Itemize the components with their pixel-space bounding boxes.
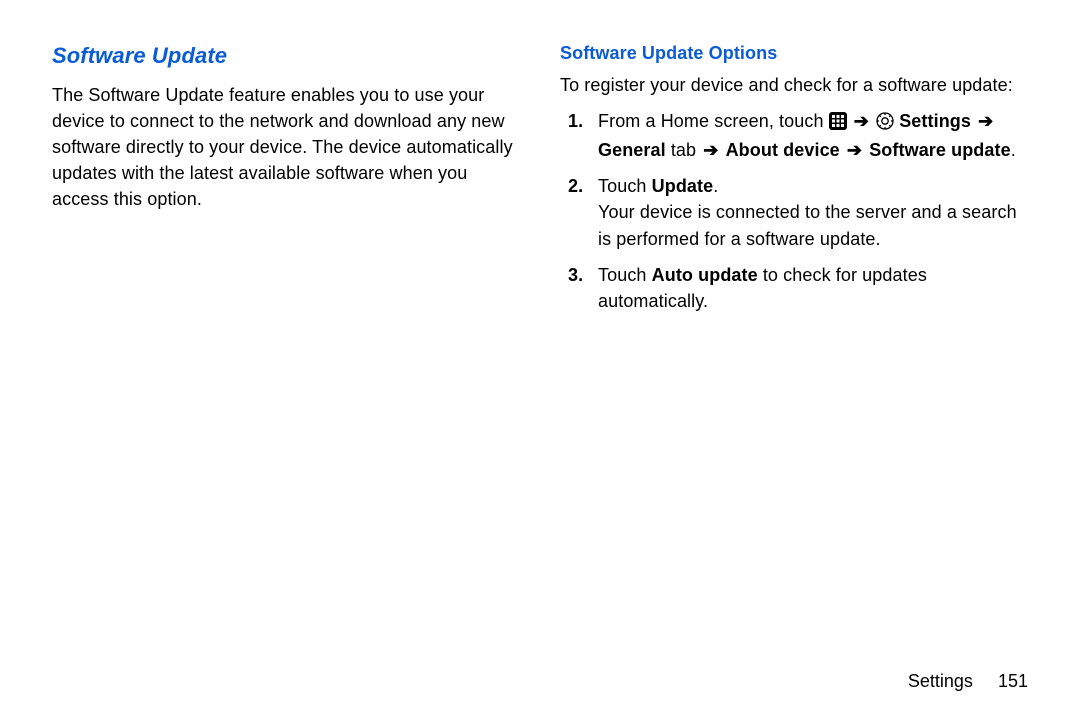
arrow-icon: ➔	[701, 140, 720, 160]
general-label: General	[598, 140, 666, 160]
step-3-touch: Touch	[598, 265, 652, 285]
step-1-pre: From a Home screen, touch	[598, 111, 829, 131]
software-update-description: The Software Update feature enables you …	[52, 82, 520, 212]
manual-page: Software Update The Software Update feat…	[0, 0, 1080, 720]
right-column: Software Update Options To register your…	[560, 40, 1028, 324]
footer-section: Settings	[908, 671, 973, 691]
footer-page-number: 151	[998, 671, 1028, 691]
gear-icon	[876, 111, 894, 137]
software-update-label: Software update	[869, 140, 1011, 160]
period: .	[1011, 140, 1016, 160]
step-2-touch: Touch	[598, 176, 652, 196]
step-3: 3. Touch Auto update to check for update…	[560, 262, 1028, 314]
options-intro: To register your device and check for a …	[560, 72, 1028, 98]
step-number: 1.	[560, 108, 598, 163]
step-text: From a Home screen, touch	[598, 108, 1028, 163]
arrow-icon: ➔	[852, 111, 871, 131]
about-device-label: About device	[726, 140, 840, 160]
two-column-layout: Software Update The Software Update feat…	[52, 40, 1028, 324]
step-2: 2. Touch Update. Your device is connecte…	[560, 173, 1028, 251]
auto-update-label: Auto update	[652, 265, 758, 285]
page-footer: Settings 151	[908, 671, 1028, 692]
arrow-icon: ➔	[845, 140, 864, 160]
section-heading-software-update-options: Software Update Options	[560, 40, 1028, 66]
step-1: 1. From a Home screen, touch	[560, 108, 1028, 163]
arrow-icon: ➔	[976, 111, 995, 131]
period: .	[713, 176, 718, 196]
settings-label: Settings	[899, 111, 971, 131]
apps-grid-icon	[829, 111, 847, 137]
step-2-follow: Your device is connected to the server a…	[598, 202, 1017, 248]
steps-list: 1. From a Home screen, touch	[560, 108, 1028, 314]
step-number: 2.	[560, 173, 598, 251]
step-number: 3.	[560, 262, 598, 314]
step-text: Touch Auto update to check for updates a…	[598, 262, 1028, 314]
update-label: Update	[652, 176, 714, 196]
step-text: Touch Update. Your device is connected t…	[598, 173, 1028, 251]
left-column: Software Update The Software Update feat…	[52, 40, 520, 324]
tab-word: tab	[666, 140, 696, 160]
section-heading-software-update: Software Update	[52, 40, 520, 72]
